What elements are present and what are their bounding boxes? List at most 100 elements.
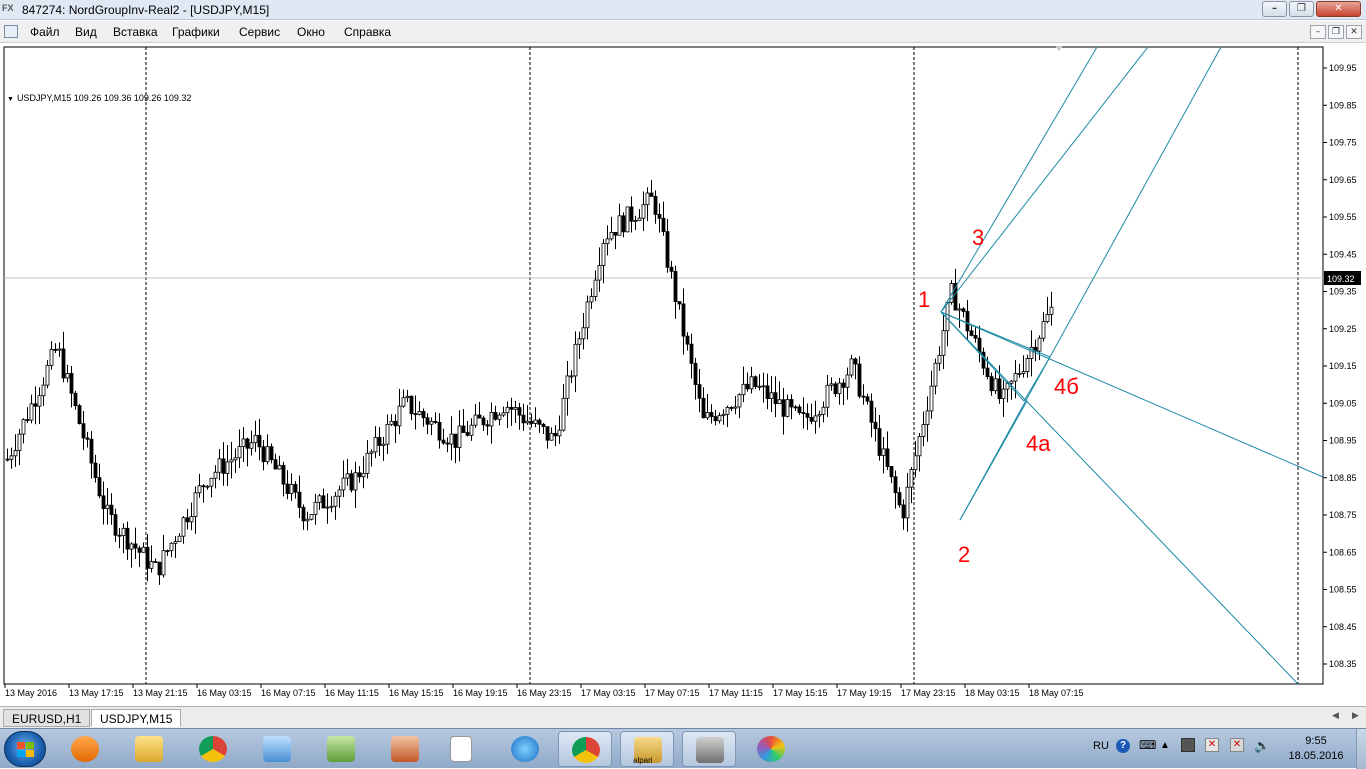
candle-body: [477, 414, 482, 419]
candle-body: [357, 472, 362, 478]
candle-body: [601, 243, 606, 266]
minimize-button[interactable]: –: [1262, 1, 1287, 17]
candle-body: [61, 348, 66, 379]
candle-body: [877, 428, 882, 456]
candle-body: [93, 462, 98, 478]
volume-icon[interactable]: 🔈: [1254, 738, 1270, 754]
candle-body: [117, 534, 122, 537]
price-tick-label: 108.45: [1329, 622, 1357, 632]
candle-body: [905, 486, 910, 519]
candle-body: [1049, 306, 1054, 315]
security-icon[interactable]: ✕: [1230, 738, 1244, 752]
candle-body: [69, 373, 74, 394]
menu-insert[interactable]: Вставка: [113, 25, 158, 39]
candle-body: [557, 429, 562, 437]
start-button[interactable]: [4, 731, 46, 767]
candle-body: [969, 330, 974, 336]
candle-body: [197, 485, 202, 494]
taskbar-alpari[interactable]: alpari: [620, 731, 674, 767]
clock-date: 18.05.2016: [1288, 750, 1344, 762]
candle-body: [817, 413, 822, 417]
restore-button[interactable]: ❐: [1289, 1, 1314, 17]
candle-body: [785, 399, 790, 417]
keyboard-icon[interactable]: ⌨: [1139, 738, 1156, 752]
clock[interactable]: 9:55 18.05.2016: [1283, 734, 1349, 764]
taskbar-paint[interactable]: [744, 731, 798, 767]
candle-body: [49, 348, 54, 366]
candle-body: [113, 514, 118, 536]
taskbar-users[interactable]: [314, 731, 368, 767]
chart-area[interactable]: 109.95 109.85 109.75 109.65 109.55 109.45 109.…: [0, 44, 1366, 706]
taskbar-internet-explorer[interactable]: [498, 731, 552, 767]
taskbar-chrome[interactable]: [186, 731, 240, 767]
taskbar-fx-terminal[interactable]: [682, 731, 736, 767]
candle-body: [393, 420, 398, 427]
taskbar-chrome-active[interactable]: [558, 731, 612, 767]
windows-logo-icon: [17, 742, 34, 757]
action-center-icon[interactable]: ✕: [1205, 738, 1219, 752]
candle-body: [777, 399, 782, 405]
candle-body: [929, 385, 934, 412]
candle-body: [309, 514, 314, 520]
help-icon[interactable]: ?: [1116, 739, 1130, 753]
candle-body: [225, 461, 230, 474]
paint-icon: [757, 736, 785, 762]
tab-eurusd-h1[interactable]: EURUSD,H1: [3, 709, 91, 727]
menu-charts[interactable]: Графики: [172, 25, 220, 39]
candle-body: [245, 438, 250, 449]
menu-help[interactable]: Справка: [344, 25, 391, 39]
network-icon[interactable]: [1181, 738, 1195, 752]
show-desktop-button[interactable]: [1356, 729, 1366, 769]
candle-body: [697, 384, 702, 399]
candle-body: [409, 395, 414, 415]
candle-body: [377, 437, 382, 446]
taskbar-control-panel[interactable]: [250, 731, 304, 767]
candle-body: [381, 443, 386, 446]
show-hidden-icons-chevron-icon[interactable]: ▲: [1160, 740, 1170, 751]
price-tick-label: 109.25: [1329, 324, 1357, 334]
tab-usdjpy-m15[interactable]: USDJPY,M15: [91, 709, 182, 727]
price-tick-label: 108.55: [1329, 585, 1357, 595]
candle-body: [513, 407, 518, 410]
file-explorer-icon: [135, 736, 163, 762]
candle-body: [849, 358, 854, 376]
close-button[interactable]: ✕: [1316, 1, 1361, 17]
time-tick-label: 17 May 15:15: [773, 688, 828, 698]
menu-tools[interactable]: Сервис: [239, 25, 280, 39]
language-indicator[interactable]: RU: [1093, 740, 1109, 752]
candle-body: [689, 343, 694, 364]
taskbar-document[interactable]: [434, 731, 488, 767]
price-chart[interactable]: 109.95 109.85 109.75 109.65 109.55 109.45 109.…: [0, 44, 1366, 706]
candle-body: [229, 459, 234, 463]
taskbar-file-explorer[interactable]: [122, 731, 176, 767]
time-tick-label: 18 May 03:15: [965, 688, 1020, 698]
candle-body: [737, 394, 742, 408]
candle-body: [833, 383, 838, 395]
menu-window[interactable]: Окно: [297, 25, 325, 39]
tab-scroll-right-icon[interactable]: ▶: [1352, 711, 1359, 721]
candle-body: [405, 395, 410, 399]
menu-bar: Файл Вид Вставка Графики Сервис Окно Спр…: [0, 21, 1366, 43]
candle-body: [273, 459, 278, 470]
candle-body: [129, 543, 134, 550]
candle-body: [637, 217, 642, 221]
time-tick-label: 16 May 19:15: [453, 688, 508, 698]
taskbar-volume[interactable]: [378, 731, 432, 767]
candle-body: [533, 419, 538, 424]
candle-body: [109, 504, 114, 516]
candle-body: [13, 450, 18, 457]
taskbar-media-player[interactable]: [58, 731, 112, 767]
candle-body: [105, 504, 110, 509]
window-titlebar[interactable]: FX 847274: NordGroupInv-Real2 - [USDJPY,…: [0, 0, 1366, 20]
candle-body: [909, 469, 914, 488]
mdi-close-button[interactable]: ✕: [1346, 25, 1362, 39]
price-tick-label: 109.95: [1329, 63, 1357, 73]
mdi-minimize-button[interactable]: –: [1310, 25, 1326, 39]
mdi-restore-button[interactable]: ❐: [1328, 25, 1344, 39]
menu-view[interactable]: Вид: [75, 25, 97, 39]
candle-body: [241, 438, 246, 447]
tab-scroll-left-icon[interactable]: ◀: [1332, 711, 1339, 721]
chart-window-icon[interactable]: [4, 25, 18, 38]
menu-file[interactable]: Файл: [30, 25, 60, 39]
candle-body: [217, 458, 222, 473]
